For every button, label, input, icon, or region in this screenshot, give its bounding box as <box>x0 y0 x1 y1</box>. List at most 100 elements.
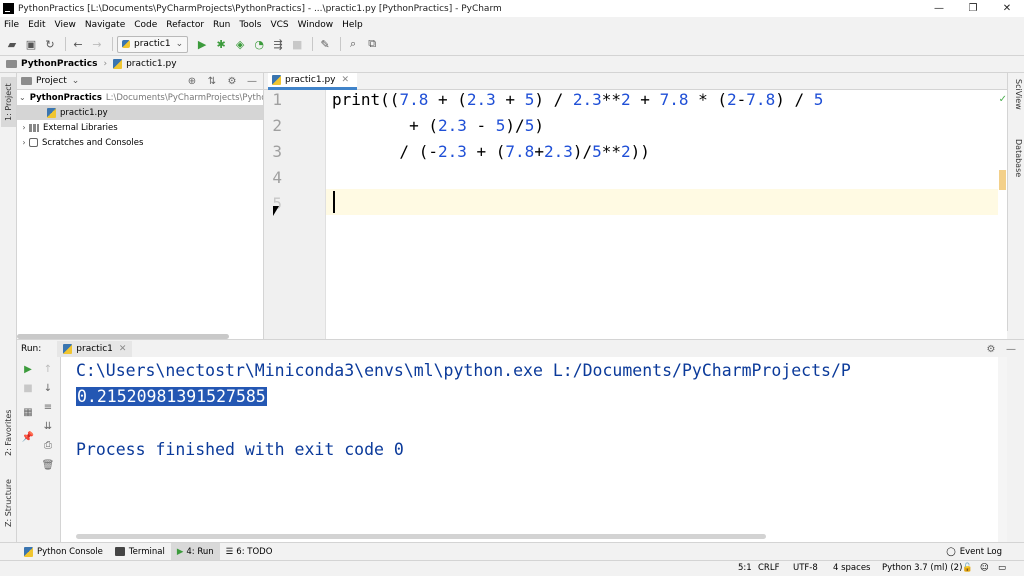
sync-icon[interactable]: ↻ <box>42 36 58 52</box>
editor-tab-label: practic1.py <box>285 75 336 85</box>
code-line-3[interactable]: / (-2.3 + (7.8+2.3)/5**2)) <box>332 139 650 165</box>
collapse-all-icon[interactable]: ⇅ <box>205 74 219 88</box>
line-number: 3 <box>272 142 282 161</box>
back-arrow-icon[interactable]: ← <box>70 36 86 52</box>
run-icon: ▶ <box>176 546 184 557</box>
project-root-name: PythonPractics <box>29 92 102 103</box>
save-all-icon[interactable]: ▣ <box>23 36 39 52</box>
tab-favorites[interactable]: 2: Favorites <box>1 403 16 463</box>
tab-todo[interactable]: ☰ 6: TODO <box>220 543 279 561</box>
tab-structure[interactable]: Z: Structure <box>1 473 16 533</box>
pin-icon[interactable]: 📌 <box>20 429 36 445</box>
hide-icon[interactable]: — <box>1004 342 1018 356</box>
locate-icon[interactable]: ⊕ <box>185 74 199 88</box>
tree-item-scratches[interactable]: › Scratches and Consoles <box>17 135 263 150</box>
code-line-1[interactable]: print((7.8 + (2.3 + 5) / 2.3**2 + 7.8 * … <box>332 87 823 113</box>
menu-navigate[interactable]: Navigate <box>85 20 125 30</box>
breadcrumb-file[interactable]: practic1.py <box>126 59 176 69</box>
line-separator[interactable]: CRLF <box>758 563 779 573</box>
tree-item-project-root[interactable]: ⌄ PythonPractics L:\Documents\PyCharmPro… <box>17 90 263 105</box>
expand-arrow-icon[interactable]: ⌄ <box>19 93 26 102</box>
inspection-person-icon[interactable]: ☺ <box>980 563 989 573</box>
soft-wrap-icon[interactable]: ≡ <box>40 399 56 415</box>
scroll-to-end-icon[interactable]: ⇊ <box>40 418 56 434</box>
maximize-button[interactable]: ❐ <box>956 0 990 17</box>
code-area[interactable]: print((7.8 + (2.3 + 5) / 2.3**2 + 7.8 * … <box>326 90 998 339</box>
tab-python-console[interactable]: Python Console <box>18 543 109 561</box>
rerun-icon[interactable]: ▶ <box>20 361 36 377</box>
forward-arrow-icon[interactable]: → <box>89 36 105 52</box>
trash-icon[interactable]: 🗑 <box>40 457 56 473</box>
run-concurrency-icon[interactable]: ⇶ <box>270 36 286 52</box>
indentation[interactable]: 4 spaces <box>833 563 870 573</box>
settings-wrench-icon[interactable]: ✎ <box>317 36 333 52</box>
console-command-line: C:\Users\nectostr\Miniconda3\envs\ml\pyt… <box>76 361 851 380</box>
tab-database[interactable]: Database <box>1010 139 1023 177</box>
vcs-icon[interactable]: ⧉ <box>364 36 380 52</box>
open-folder-icon[interactable]: ▰ <box>4 36 20 52</box>
profile-icon[interactable]: ◔ <box>251 36 267 52</box>
console-horizontal-scrollbar[interactable] <box>76 534 766 539</box>
menu-run[interactable]: Run <box>213 20 230 30</box>
close-tab-icon[interactable]: ✕ <box>119 344 127 354</box>
run-console-output[interactable]: C:\Users\nectostr\Miniconda3\envs\ml\pyt… <box>61 357 1007 542</box>
close-tab-icon[interactable]: ✕ <box>341 75 349 85</box>
stop-icon[interactable]: ■ <box>289 36 305 52</box>
gear-icon[interactable]: ⚙ <box>984 342 998 356</box>
hide-icon[interactable]: — <box>245 74 259 88</box>
caret-position[interactable]: 5:1 <box>738 563 752 573</box>
status-bar: 5:1 CRLF UTF-8 4 spaces Python 3.7 (ml) … <box>0 560 1024 576</box>
file-encoding[interactable]: UTF-8 <box>793 563 818 573</box>
toolbar-divider <box>312 37 314 51</box>
line-number-gutter: 1 2 3 4 5 <box>264 90 326 339</box>
scroll-down-icon[interactable]: ↓ <box>40 380 56 396</box>
selected-result-text[interactable]: 0.21520981391527585 <box>76 387 267 406</box>
lock-icon[interactable]: 🔓 <box>962 563 973 573</box>
run-icon[interactable]: ▶ <box>194 36 210 52</box>
tree-item-scratches-label: Scratches and Consoles <box>42 137 144 148</box>
project-view-select[interactable]: Project <box>36 76 67 86</box>
expand-arrow-icon[interactable]: › <box>19 123 29 132</box>
close-button[interactable]: ✕ <box>990 0 1024 17</box>
pycharm-logo-icon <box>3 3 14 14</box>
menu-code[interactable]: Code <box>134 20 157 30</box>
console-vertical-scrollbar[interactable] <box>998 357 1007 542</box>
tree-item-external-libraries[interactable]: › External Libraries <box>17 120 263 135</box>
menu-window[interactable]: Window <box>298 20 334 30</box>
restore-layout-icon[interactable]: ▦ <box>20 404 36 420</box>
tab-sciview[interactable]: SciView <box>1010 79 1023 110</box>
run-configuration-select[interactable]: practic1 ⌄ <box>117 35 189 53</box>
code-line-2[interactable]: + (2.3 - 5)/5) <box>332 113 544 139</box>
tab-run[interactable]: ▶ 4: Run <box>170 542 220 561</box>
editor-vertical-scrollbar[interactable]: ✓ <box>998 90 1007 339</box>
chevron-down-icon[interactable]: ⌄ <box>72 76 80 86</box>
tab-event-log-label: Event Log <box>959 547 1002 557</box>
python-interpreter[interactable]: Python 3.7 (ml) (2) <box>882 563 962 573</box>
code-editor[interactable]: 1 2 3 4 5 print((7.8 + (2.3 + 5) / 2.3**… <box>264 90 1007 339</box>
tree-item-file[interactable]: practic1.py <box>17 105 263 120</box>
memory-indicator-icon[interactable]: ▭ <box>998 563 1006 573</box>
menu-vcs[interactable]: VCS <box>270 20 288 30</box>
search-icon[interactable]: ⌕ <box>345 36 361 52</box>
breadcrumb-project[interactable]: PythonPractics <box>21 59 97 69</box>
scroll-up-icon[interactable]: ↑ <box>40 361 56 377</box>
inspection-ok-icon[interactable]: ✓ <box>999 94 1007 105</box>
menu-tools[interactable]: Tools <box>239 20 261 30</box>
stop-icon[interactable]: ■ <box>20 380 36 396</box>
debug-icon[interactable]: ✱ <box>213 36 229 52</box>
print-icon[interactable]: ⎙ <box>40 437 56 453</box>
window-title: PythonPractics [L:\Documents\PyCharmProj… <box>18 3 502 14</box>
minimize-button[interactable]: — <box>922 0 956 17</box>
gear-icon[interactable]: ⚙ <box>225 74 239 88</box>
menu-help[interactable]: Help <box>342 20 363 30</box>
menu-edit[interactable]: Edit <box>28 20 45 30</box>
tab-terminal[interactable]: Terminal <box>109 543 171 561</box>
tab-project[interactable]: 1: Project <box>1 77 16 127</box>
menu-refactor[interactable]: Refactor <box>166 20 204 30</box>
expand-arrow-icon[interactable]: › <box>19 138 29 147</box>
tab-event-log[interactable]: ◯ Event Log <box>946 543 1002 561</box>
run-with-coverage-icon[interactable]: ◈ <box>232 36 248 52</box>
menu-file[interactable]: File <box>4 20 19 30</box>
menu-view[interactable]: View <box>55 20 76 30</box>
run-tab-practic1[interactable]: practic1 ✕ <box>57 340 133 357</box>
